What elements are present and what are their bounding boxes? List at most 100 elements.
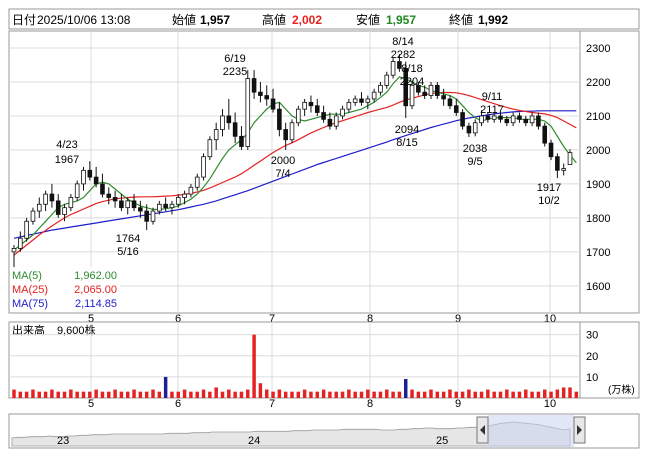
volume-bar (163, 376, 168, 398)
candle-down (536, 115, 541, 127)
volume-bar (410, 389, 414, 398)
annotation-date: 8/18 (401, 63, 422, 75)
candle-up (567, 152, 573, 165)
volume-bar (24, 391, 29, 398)
low-value: 1,957 (386, 13, 416, 27)
annotation-price: 1764 (116, 233, 140, 245)
candle-down (277, 108, 282, 130)
ma5-legend-label: MA(5) (12, 270, 42, 282)
annotation-price: 2282 (391, 49, 415, 61)
volume-bar (568, 387, 572, 398)
candle-down (453, 105, 459, 113)
volume-bar (31, 389, 35, 398)
ma25-legend-value: 2,065.00 (74, 284, 117, 296)
volume-bar (530, 391, 534, 398)
candle-down (93, 176, 99, 185)
volume-bar (227, 389, 231, 398)
volume-bar (347, 389, 351, 398)
volume-bar (107, 391, 111, 398)
volume-bar (328, 391, 332, 398)
candle-up (81, 169, 86, 185)
volume-bar (12, 389, 16, 398)
volume-tick-label: 20 (586, 351, 598, 363)
volume-bar (416, 391, 421, 398)
volume-bar (435, 391, 440, 398)
candle-up (479, 115, 484, 124)
range-navigator[interactable]: 23 24 25 (8, 413, 640, 449)
volume-bar (524, 389, 528, 398)
candle-down (327, 118, 333, 127)
candle-up (491, 115, 497, 120)
volume-bar (460, 391, 465, 398)
volume-bar (505, 389, 509, 398)
annotation-date: 6/19 (224, 53, 245, 65)
low-label: 安値 (356, 12, 380, 27)
volume-bar (144, 391, 149, 398)
volume-bar (239, 391, 244, 398)
volume-bar (340, 391, 345, 398)
candle-down (144, 210, 149, 222)
date-label: 日付 (12, 13, 36, 27)
date-value: 2025/10/06 13:08 (37, 13, 131, 27)
annotation-date: 4/23 (56, 139, 77, 151)
candle-down (542, 125, 548, 144)
navigator-selection[interactable] (488, 415, 574, 447)
candle-up (371, 91, 377, 100)
annotation-date: 8/15 (396, 137, 417, 149)
candle-down (226, 115, 232, 124)
candle-down (239, 135, 244, 147)
volume-bar (132, 389, 136, 398)
volume-bar (353, 391, 357, 398)
volume-bar (309, 391, 313, 398)
navigator-label-25: 25 (436, 435, 448, 447)
candle-up (245, 78, 251, 147)
volume-bar (43, 391, 48, 398)
volume-bar (290, 391, 294, 398)
ma75-legend-value: 2,114.85 (75, 298, 117, 310)
navigator-right-handle[interactable] (573, 416, 586, 444)
volume-bar (315, 391, 320, 398)
volume-x-tick-label: 5 (88, 398, 94, 410)
volume-bar (542, 389, 547, 398)
volume-panel-frame (8, 321, 640, 399)
volume-bar (359, 391, 364, 398)
volume-bar (277, 389, 282, 398)
volume-tick-label: 30 (586, 330, 598, 342)
volume-bar (113, 389, 117, 398)
annotation-date: 8/14 (392, 36, 413, 48)
close-label: 終値 (449, 12, 473, 27)
candle-up (30, 210, 36, 222)
annotation-date: 9/5 (467, 156, 482, 168)
volume-bar (555, 389, 560, 398)
navigator-left-handle[interactable] (476, 416, 489, 444)
volume-bar (233, 391, 237, 398)
candle-down (485, 115, 491, 120)
open-label: 始値 (172, 12, 196, 27)
volume-bar (258, 383, 263, 398)
candle-up (62, 207, 67, 215)
volume-bar (498, 391, 503, 398)
volume-bar (100, 391, 105, 398)
volume-bar (492, 391, 496, 398)
candle-down (163, 203, 168, 209)
volume-bar (385, 389, 389, 398)
volume-bar (170, 391, 174, 398)
annotation-price: 2000 (271, 155, 295, 167)
price-tick-label: 2300 (586, 43, 610, 55)
annotation-price: 2235 (223, 66, 247, 78)
candle-up (561, 168, 566, 171)
volume-x-tick-label: 10 (544, 398, 556, 410)
candle-up (175, 197, 181, 205)
candle-down (49, 193, 55, 202)
high-label: 高値 (262, 12, 286, 27)
price-tick-label: 1700 (586, 247, 610, 259)
candle-up (74, 183, 80, 198)
annotation-price: 2038 (463, 143, 487, 155)
candle-down (119, 200, 124, 209)
annotation-date: 9/11 (482, 91, 503, 103)
candle-down (466, 125, 472, 134)
candle-down (460, 112, 465, 127)
annotation-price: 1917 (537, 182, 561, 194)
volume-bar (119, 391, 124, 398)
candle-down (422, 91, 427, 96)
